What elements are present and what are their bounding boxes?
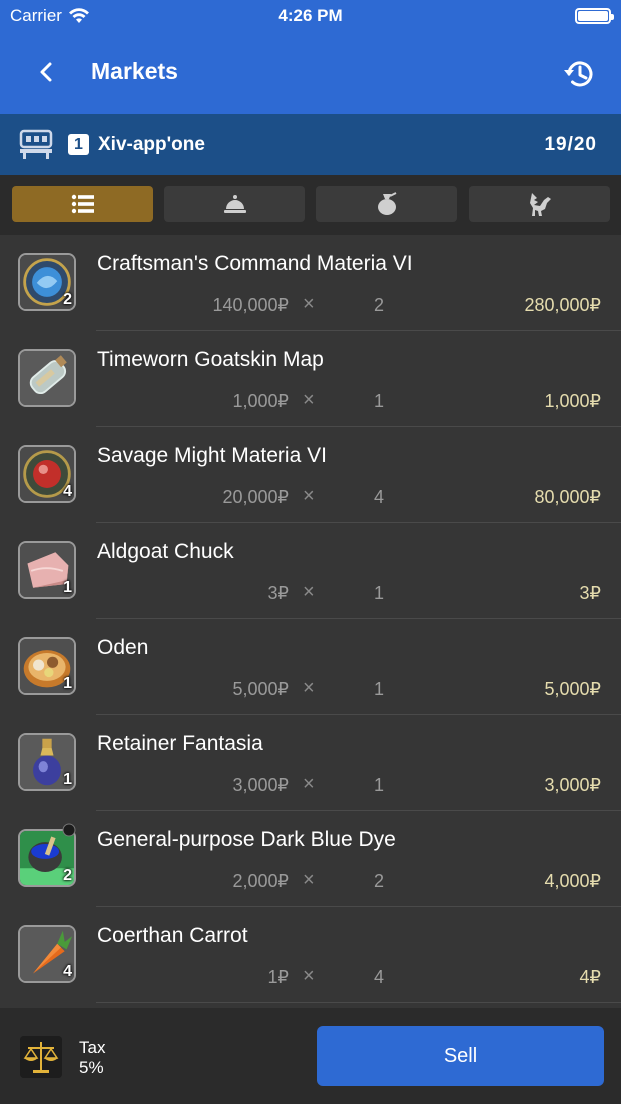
multiply-sign: × bbox=[303, 485, 315, 507]
item-name: General-purpose Dark Blue Dye bbox=[97, 828, 396, 851]
navigation-bar: Markets bbox=[0, 40, 621, 106]
item-thumbnail: 4 bbox=[18, 445, 76, 503]
multiply-sign: × bbox=[303, 389, 315, 411]
multiply-sign: × bbox=[303, 677, 315, 699]
total-price: 3,000₽ bbox=[544, 775, 602, 795]
item-name: Coerthan Carrot bbox=[97, 924, 248, 947]
item-quantity: 2 bbox=[374, 295, 385, 315]
total-price: 4₽ bbox=[579, 967, 601, 987]
history-icon bbox=[564, 61, 593, 87]
item-name: Oden bbox=[97, 636, 149, 659]
list-item[interactable]: 4 Savage Might Materia VI 20,000₽ × 4 80… bbox=[0, 427, 621, 523]
unit-price: 140,000₽ bbox=[212, 295, 289, 315]
item-name: Savage Might Materia VI bbox=[97, 444, 327, 467]
row-divider bbox=[96, 1002, 621, 1003]
chocobo-icon bbox=[529, 193, 551, 216]
multiply-sign: × bbox=[303, 293, 315, 315]
item-name: Aldgoat Chuck bbox=[97, 540, 234, 563]
bell-icon bbox=[223, 195, 246, 213]
item-stack-count: 1 bbox=[63, 579, 72, 596]
item-thumbnail: 2 bbox=[18, 829, 76, 887]
back-button[interactable] bbox=[30, 54, 62, 90]
list-item[interactable]: 2 General-purpose Dark Blue Dye 2,000₽ ×… bbox=[0, 811, 621, 907]
multiply-sign: × bbox=[303, 965, 315, 987]
retainer-name: Xiv-app'one bbox=[98, 134, 205, 155]
history-button[interactable] bbox=[559, 54, 599, 94]
item-quantity: 2 bbox=[374, 871, 385, 891]
unit-price: 3,000₽ bbox=[232, 775, 290, 795]
status-bar: Carrier 4:26 PM bbox=[0, 0, 621, 32]
item-thumbnail bbox=[18, 349, 76, 407]
item-thumbnail: 2 bbox=[18, 253, 76, 311]
unit-price: 2,000₽ bbox=[232, 871, 290, 891]
item-stack-count: 1 bbox=[63, 675, 72, 692]
item-stack-count: 4 bbox=[63, 483, 72, 500]
item-quantity: 1 bbox=[374, 391, 385, 411]
item-thumbnail: 1 bbox=[18, 541, 76, 599]
tab-chocobo[interactable] bbox=[469, 186, 610, 222]
list-item[interactable]: 1 Retainer Fantasia 3,000₽ × 1 3,000₽ bbox=[0, 715, 621, 811]
tax-scales-icon bbox=[20, 1036, 62, 1078]
item-list[interactable]: 2 Craftsman's Command Materia VI 140,000… bbox=[0, 235, 621, 1008]
list-item[interactable]: 1 Oden 5,000₽ × 1 5,000₽ bbox=[0, 619, 621, 715]
unit-price: 5,000₽ bbox=[232, 679, 290, 699]
sell-button[interactable]: Sell bbox=[317, 1026, 604, 1086]
item-stack-count: 2 bbox=[63, 291, 72, 308]
list-item[interactable]: 4 Coerthan Carrot 1₽ × 4 4₽ bbox=[0, 907, 621, 1003]
item-name: Craftsman's Command Materia VI bbox=[97, 252, 413, 275]
retainer-number-badge: 1 bbox=[68, 134, 89, 155]
bag-icon bbox=[377, 192, 396, 215]
list-item[interactable]: 1 Aldgoat Chuck 3₽ × 1 3₽ bbox=[0, 523, 621, 619]
item-thumbnail: 1 bbox=[18, 637, 76, 695]
item-quantity: 1 bbox=[374, 583, 385, 603]
total-price: 4,000₽ bbox=[544, 871, 602, 891]
hq-indicator-icon bbox=[62, 823, 76, 837]
total-price: 5,000₽ bbox=[544, 679, 602, 699]
total-price: 80,000₽ bbox=[534, 487, 601, 507]
list-item[interactable]: 2 Craftsman's Command Materia VI 140,000… bbox=[0, 235, 621, 331]
tab-bell[interactable] bbox=[164, 186, 305, 222]
tax-label: Tax bbox=[79, 1038, 106, 1057]
battery-icon bbox=[575, 8, 614, 24]
item-quantity: 4 bbox=[374, 487, 385, 507]
unit-price: 3₽ bbox=[267, 583, 289, 603]
item-stack-count: 2 bbox=[63, 867, 72, 884]
unit-price: 1₽ bbox=[267, 967, 289, 987]
list-icon bbox=[71, 194, 94, 214]
tax-rate: 5% bbox=[79, 1058, 104, 1077]
bottle-map-icon bbox=[20, 351, 74, 405]
retainer-slot-count: 19/20 bbox=[544, 134, 597, 155]
top-bar: Carrier 4:26 PM Markets bbox=[0, 0, 621, 114]
tab-list[interactable] bbox=[12, 186, 153, 222]
item-name: Retainer Fantasia bbox=[97, 732, 263, 755]
tab-bar bbox=[0, 175, 621, 235]
page-title: Markets bbox=[91, 58, 178, 84]
item-thumbnail: 4 bbox=[18, 925, 76, 983]
item-quantity: 4 bbox=[374, 967, 385, 987]
bottom-bar: Tax 5% Sell bbox=[0, 1008, 621, 1104]
multiply-sign: × bbox=[303, 581, 315, 603]
list-item[interactable]: Timeworn Goatskin Map 1,000₽ × 1 1,000₽ bbox=[0, 331, 621, 427]
total-price: 1,000₽ bbox=[544, 391, 602, 411]
item-thumbnail: 1 bbox=[18, 733, 76, 791]
item-stack-count: 1 bbox=[63, 771, 72, 788]
market-stall-icon bbox=[19, 129, 53, 159]
multiply-sign: × bbox=[303, 773, 315, 795]
tab-bag[interactable] bbox=[316, 186, 457, 222]
retainer-header[interactable]: 1 Xiv-app'one 19/20 bbox=[0, 114, 621, 175]
item-quantity: 1 bbox=[374, 679, 385, 699]
item-stack-count: 4 bbox=[63, 963, 72, 980]
total-price: 3₽ bbox=[579, 583, 601, 603]
clock: 4:26 PM bbox=[278, 6, 343, 25]
unit-price: 1,000₽ bbox=[232, 391, 290, 411]
multiply-sign: × bbox=[303, 869, 315, 891]
chevron-left-icon bbox=[40, 62, 52, 82]
item-name: Timeworn Goatskin Map bbox=[97, 348, 324, 371]
item-quantity: 1 bbox=[374, 775, 385, 795]
total-price: 280,000₽ bbox=[524, 295, 601, 315]
unit-price: 20,000₽ bbox=[222, 487, 289, 507]
